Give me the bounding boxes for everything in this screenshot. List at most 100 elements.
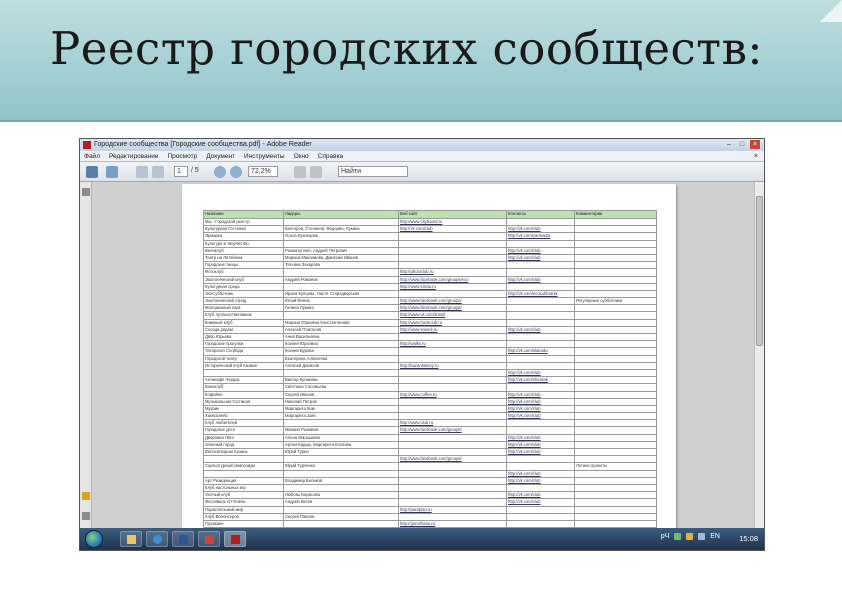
table-cell: Ксения Бурова xyxy=(283,347,399,356)
menu-document[interactable]: Документ xyxy=(206,151,235,161)
zoom-out-icon[interactable] xyxy=(214,166,226,178)
table-cell[interactable]: http://www.facebook.com/groups/ xyxy=(398,304,507,313)
table-cell xyxy=(283,282,399,291)
email-icon[interactable] xyxy=(106,166,118,178)
menu-edit[interactable]: Редактирование xyxy=(109,151,159,161)
table-row: Горожане http://gorozhane.ru xyxy=(203,519,657,529)
table-row: Клуб настольных игр xyxy=(203,483,657,493)
page-curl-decoration xyxy=(820,0,842,22)
table-cell[interactable]: http://kazanhistory.ru xyxy=(398,361,507,370)
menu-tools[interactable]: Инструменты xyxy=(244,151,285,161)
zoom-in-icon[interactable] xyxy=(230,166,242,178)
table-cell: Маргарита Заес xyxy=(283,412,399,421)
table-cell xyxy=(506,419,575,428)
menu-window[interactable]: Окно xyxy=(294,151,309,161)
table-cell[interactable]: http://www.coffee.ru xyxy=(398,390,507,399)
taskbar-app-word[interactable] xyxy=(172,531,194,547)
attachments-panel-icon[interactable] xyxy=(82,512,90,520)
table-cell xyxy=(574,239,657,248)
previous-page-icon[interactable] xyxy=(136,166,148,178)
table-cell xyxy=(506,462,575,471)
table-cell xyxy=(574,469,657,478)
table-cell xyxy=(506,354,575,363)
table-cell xyxy=(574,304,657,313)
table-cell: Артем Кадыр, Маргарита Козлова xyxy=(283,440,399,450)
network-icon[interactable] xyxy=(674,533,682,540)
toolbar: 1 / 5 72,2% Найти xyxy=(80,162,764,182)
taskbar-app-browser[interactable] xyxy=(146,531,168,547)
menu-file[interactable]: Файл xyxy=(84,151,100,161)
minimize-icon[interactable]: – xyxy=(724,140,734,149)
table-cell: http://vk.com/club xyxy=(506,404,575,414)
table-cell: Зеленый город xyxy=(203,440,284,450)
table-cell[interactable]: http://photoclub.ru xyxy=(398,268,507,277)
table-cell xyxy=(283,519,399,529)
table-cell xyxy=(574,419,657,428)
table-row: Клуб Волонтеров Сергей Павлов xyxy=(203,512,657,521)
table-cell[interactable]: http://www.facebook.com/groups/eco xyxy=(398,275,507,284)
comments-panel-icon[interactable] xyxy=(82,492,90,500)
table-cell[interactable]: http://walks.ru xyxy=(398,340,507,349)
table-cell[interactable]: http://www.facebook.com/groups/ xyxy=(398,455,507,464)
table-row: Экологический отряд Юлий Фонов http://www.… xyxy=(203,297,657,306)
table-cell: Светлана Соловьева xyxy=(283,383,399,392)
table-cell xyxy=(574,376,657,385)
table-cell xyxy=(506,361,575,370)
table-cell xyxy=(574,447,657,457)
table-cell: http://vk.com/club xyxy=(506,469,575,478)
close-icon[interactable]: × xyxy=(750,140,760,149)
scrollbar-thumb[interactable] xyxy=(756,196,763,346)
table-row: Параллельный мир http://paraplan.ru xyxy=(203,505,657,514)
table-row: Велосипедная Казань Юрий Турин http://vk.c… xyxy=(203,447,657,457)
table-cell: Виктор Куликова xyxy=(283,376,399,385)
table-cell[interactable]: http://gorozhane.ru xyxy=(398,519,507,529)
language-indicator[interactable]: EN xyxy=(710,533,720,540)
menu-view[interactable]: Просмотр xyxy=(168,151,198,161)
security-icon[interactable] xyxy=(686,533,694,540)
print-icon[interactable] xyxy=(86,166,98,178)
table-cell[interactable]: http://www.facebook.com/groups/ xyxy=(398,297,507,306)
table-cell xyxy=(506,318,575,327)
table-cell xyxy=(506,512,575,521)
table-cell[interactable]: http://www.sreda.ru xyxy=(398,282,507,291)
taskbar-app-mail[interactable] xyxy=(198,531,220,547)
fit-width-icon[interactable] xyxy=(310,166,322,178)
table-cell[interactable]: http://www.facebook.com/groups/ xyxy=(398,426,507,435)
menu-close-icon[interactable]: × xyxy=(754,151,758,162)
menu-help[interactable]: Справка xyxy=(318,151,344,161)
table-cell xyxy=(574,519,657,529)
table-cell xyxy=(398,332,507,342)
fit-page-icon[interactable] xyxy=(294,166,306,178)
table-cell: http://vk.com/club xyxy=(506,498,575,507)
taskbar-app-adobe-reader[interactable] xyxy=(224,531,246,547)
table-cell xyxy=(398,383,507,392)
table-cell[interactable]: http://www.sosedi.ru xyxy=(398,325,507,335)
table-cell: Горожане xyxy=(203,519,284,529)
table-cell[interactable]: http://www.club.ru xyxy=(398,419,507,428)
taskbar-app-explorer[interactable] xyxy=(120,531,142,547)
taskbar-clock[interactable]: 15:08 xyxy=(739,534,758,543)
table-cell: Культура и творчество xyxy=(203,239,284,248)
table-cell[interactable]: http://www.bookclub.ru xyxy=(398,318,507,327)
table-cell[interactable]: http://www.cityboard.ru xyxy=(398,217,507,227)
table-cell: Ксения Юрьевна xyxy=(283,340,399,349)
table-cell[interactable]: http://www.vk.com/travel xyxy=(398,311,507,320)
table-cell: http://vk.com/club xyxy=(506,368,575,378)
zoom-field[interactable]: 72,2% xyxy=(248,166,278,177)
volume-icon[interactable] xyxy=(698,533,706,540)
keyboard-layout[interactable]: рЧ xyxy=(661,533,670,540)
start-button-icon[interactable] xyxy=(85,530,103,548)
page-number-input[interactable]: 1 xyxy=(174,166,188,177)
pages-panel-icon[interactable] xyxy=(82,188,90,196)
table-cell[interactable]: http://paraplan.ru xyxy=(398,505,507,514)
window-controls: – □ × xyxy=(724,140,760,149)
next-page-icon[interactable] xyxy=(152,166,164,178)
header-name: Название xyxy=(203,210,284,219)
maximize-icon[interactable]: □ xyxy=(737,140,747,149)
table-cell: Любовь Борисова xyxy=(283,491,399,500)
table-cell: http://vk.com/club xyxy=(506,225,575,234)
find-input[interactable]: Найти xyxy=(338,166,408,177)
table-cell xyxy=(283,505,399,514)
vertical-scrollbar[interactable] xyxy=(754,182,764,530)
table-cell[interactable]: http://vk.com/club xyxy=(398,225,507,234)
